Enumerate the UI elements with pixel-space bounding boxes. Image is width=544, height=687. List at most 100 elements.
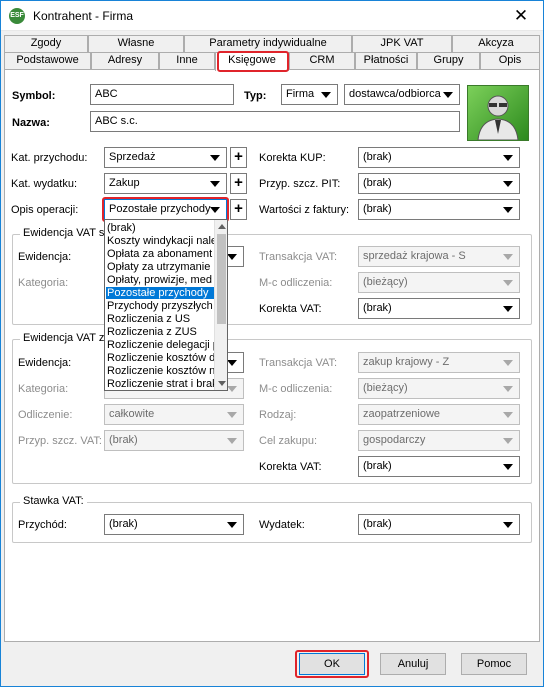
g2-odliczenie-select[interactable]: całkowite	[104, 404, 244, 425]
dropdown-item[interactable]: Rozliczenie kosztów na	[106, 365, 214, 377]
wartosc-value: (brak)	[363, 203, 392, 215]
add-kat-wydatku-button[interactable]: +	[230, 173, 247, 194]
chevron-down-icon	[503, 360, 513, 366]
anuluj-button[interactable]: Anuluj	[380, 653, 446, 675]
scroll-up-icon[interactable]	[218, 224, 226, 229]
opis-operacji-select[interactable]: Pozostałe przychody	[104, 199, 227, 220]
dropdown-item[interactable]: Opłata za abonament	[106, 248, 214, 260]
g1-mc-select[interactable]: (bieżący)	[358, 272, 520, 293]
g1-korekta-select[interactable]: (brak)	[358, 298, 520, 319]
chevron-down-icon	[210, 207, 220, 213]
tab-akcyza[interactable]: Akcyza	[452, 35, 540, 52]
g2-mc-select[interactable]: (bieżący)	[358, 378, 520, 399]
dropdown-item[interactable]: Opłaty za utrzymanie	[106, 261, 214, 273]
przyp-pit-select[interactable]: (brak)	[358, 173, 520, 194]
korekta-kup-select[interactable]: (brak)	[358, 147, 520, 168]
g3-wydatek-select[interactable]: (brak)	[358, 514, 520, 535]
dropdown-item[interactable]: Rozliczenia z US	[106, 313, 214, 325]
typ-select-value: Firma	[286, 88, 315, 100]
person-icon	[477, 95, 519, 141]
g2-mc-label: M-c odliczenia:	[259, 383, 333, 395]
dropdown-item[interactable]: Rozliczenie strat i brak	[106, 378, 214, 390]
kat-przychodu-select[interactable]: Sprzedaż	[104, 147, 227, 168]
tab-inne[interactable]: Inne	[159, 52, 215, 69]
tab-opis[interactable]: Opis	[480, 52, 540, 69]
g2-mc-value: (bieżący)	[363, 382, 408, 394]
dropdown-scrollbar[interactable]	[214, 220, 227, 390]
kat-przychodu-value: Sprzedaż	[109, 151, 156, 163]
avatar-icon[interactable]	[467, 85, 529, 141]
dropdown-item[interactable]: Rozliczenie kosztów do	[106, 352, 214, 364]
app-logo-icon: ESF	[9, 8, 25, 24]
ok-button[interactable]: OK	[299, 653, 365, 675]
g3-przychod-value: (brak)	[109, 518, 138, 530]
g2-rodzaj-label: Rodzaj:	[259, 409, 297, 421]
g2-rodzaj-select[interactable]: zaopatrzeniowe	[358, 404, 520, 425]
g1-transakcja-select[interactable]: sprzedaż krajowa - S	[358, 246, 520, 267]
tab-podstawowe[interactable]: Podstawowe	[4, 52, 91, 69]
chevron-down-icon	[210, 155, 220, 161]
tab-adresy[interactable]: Adresy	[91, 52, 159, 69]
wartosc-select[interactable]: (brak)	[358, 199, 520, 220]
g2-cel-select[interactable]: gospodarczy	[358, 430, 520, 451]
symbol-field[interactable]: ABC	[90, 84, 234, 105]
pomoc-button[interactable]: Pomoc	[461, 653, 527, 675]
tab-ksiegowe[interactable]: Księgowe	[215, 52, 289, 71]
tabs-row-top: Zgody Własne Parametry indywidualne JPK …	[4, 35, 540, 52]
typ-select[interactable]: Firma	[281, 84, 338, 105]
tab-wlasne[interactable]: Własne	[88, 35, 184, 52]
chevron-down-icon	[503, 522, 513, 528]
g2-korekta-select[interactable]: (brak)	[358, 456, 520, 477]
chevron-down-icon	[210, 181, 220, 187]
typ-label: Typ:	[244, 90, 267, 102]
scroll-thumb[interactable]	[217, 234, 226, 324]
symbol-label: Symbol:	[12, 90, 56, 102]
chevron-down-icon	[227, 438, 237, 444]
g2-transakcja-value: zakup krajowy - Z	[363, 356, 450, 368]
g1-transakcja-value: sprzedaż krajowa - S	[363, 250, 466, 262]
dropdown-item[interactable]: Rozliczenie delegacji p	[106, 339, 214, 351]
dropdown-item[interactable]: Rozliczenia z ZUS	[106, 326, 214, 338]
g2-transakcja-select[interactable]: zakup krajowy - Z	[358, 352, 520, 373]
g1-korekta-label: Korekta VAT:	[259, 303, 322, 315]
g1-mc-label: M-c odliczenia:	[259, 277, 333, 289]
dropdown-item[interactable]: Koszty windykacji należ	[106, 235, 214, 247]
opis-operacji-value: Pozostałe przychody	[109, 203, 211, 215]
g2-ewidencja-label: Ewidencja:	[18, 357, 72, 369]
tab-crm[interactable]: CRM	[289, 52, 355, 69]
scroll-down-icon[interactable]	[218, 381, 226, 386]
add-kat-przychodu-button[interactable]: +	[230, 147, 247, 168]
tab-jpk-vat[interactable]: JPK VAT	[352, 35, 452, 52]
dropdown-item[interactable]: (brak)	[106, 222, 214, 234]
tab-zgody[interactable]: Zgody	[4, 35, 88, 52]
chevron-down-icon	[503, 207, 513, 213]
typ2-select[interactable]: dostawca/odbiorca	[344, 84, 460, 105]
chevron-down-icon	[227, 360, 237, 366]
tab-platnosci[interactable]: Płatności	[355, 52, 417, 69]
chevron-down-icon	[227, 412, 237, 418]
g3-wydatek-label: Wydatek:	[259, 519, 305, 531]
tab-parametry-indywidualne[interactable]: Parametry indywidualne	[184, 35, 352, 52]
przyp-pit-value: (brak)	[363, 177, 392, 189]
nazwa-field[interactable]: ABC s.c.	[90, 111, 460, 132]
close-icon[interactable]: ✕	[499, 1, 543, 30]
g2-przyp-vat-select[interactable]: (brak)	[104, 430, 244, 451]
group3-title: Stawka VAT:	[20, 495, 87, 507]
tab-grupy[interactable]: Grupy	[417, 52, 480, 69]
chevron-down-icon	[503, 306, 513, 312]
g2-korekta-label: Korekta VAT:	[259, 461, 322, 473]
kat-wydatku-select[interactable]: Zakup	[104, 173, 227, 194]
dropdown-item-selected[interactable]: Pozostałe przychody	[106, 287, 214, 299]
add-opis-button[interactable]: +	[230, 199, 247, 220]
dropdown-item[interactable]: Opłaty, prowizje, med	[106, 274, 214, 286]
g3-przychod-select[interactable]: (brak)	[104, 514, 244, 535]
dropdown-item[interactable]: Przychody przyszłych	[106, 300, 214, 312]
chevron-down-icon	[227, 386, 237, 392]
chevron-down-icon	[503, 254, 513, 260]
dialog-window: ESF Kontrahent - Firma ✕ Zgody Własne Pa…	[0, 0, 544, 687]
chevron-down-icon	[503, 412, 513, 418]
korekta-kup-value: (brak)	[363, 151, 392, 163]
chevron-down-icon	[503, 438, 513, 444]
g2-odliczenie-label: Odliczenie:	[18, 409, 73, 421]
g1-mc-value: (bieżący)	[363, 276, 408, 288]
